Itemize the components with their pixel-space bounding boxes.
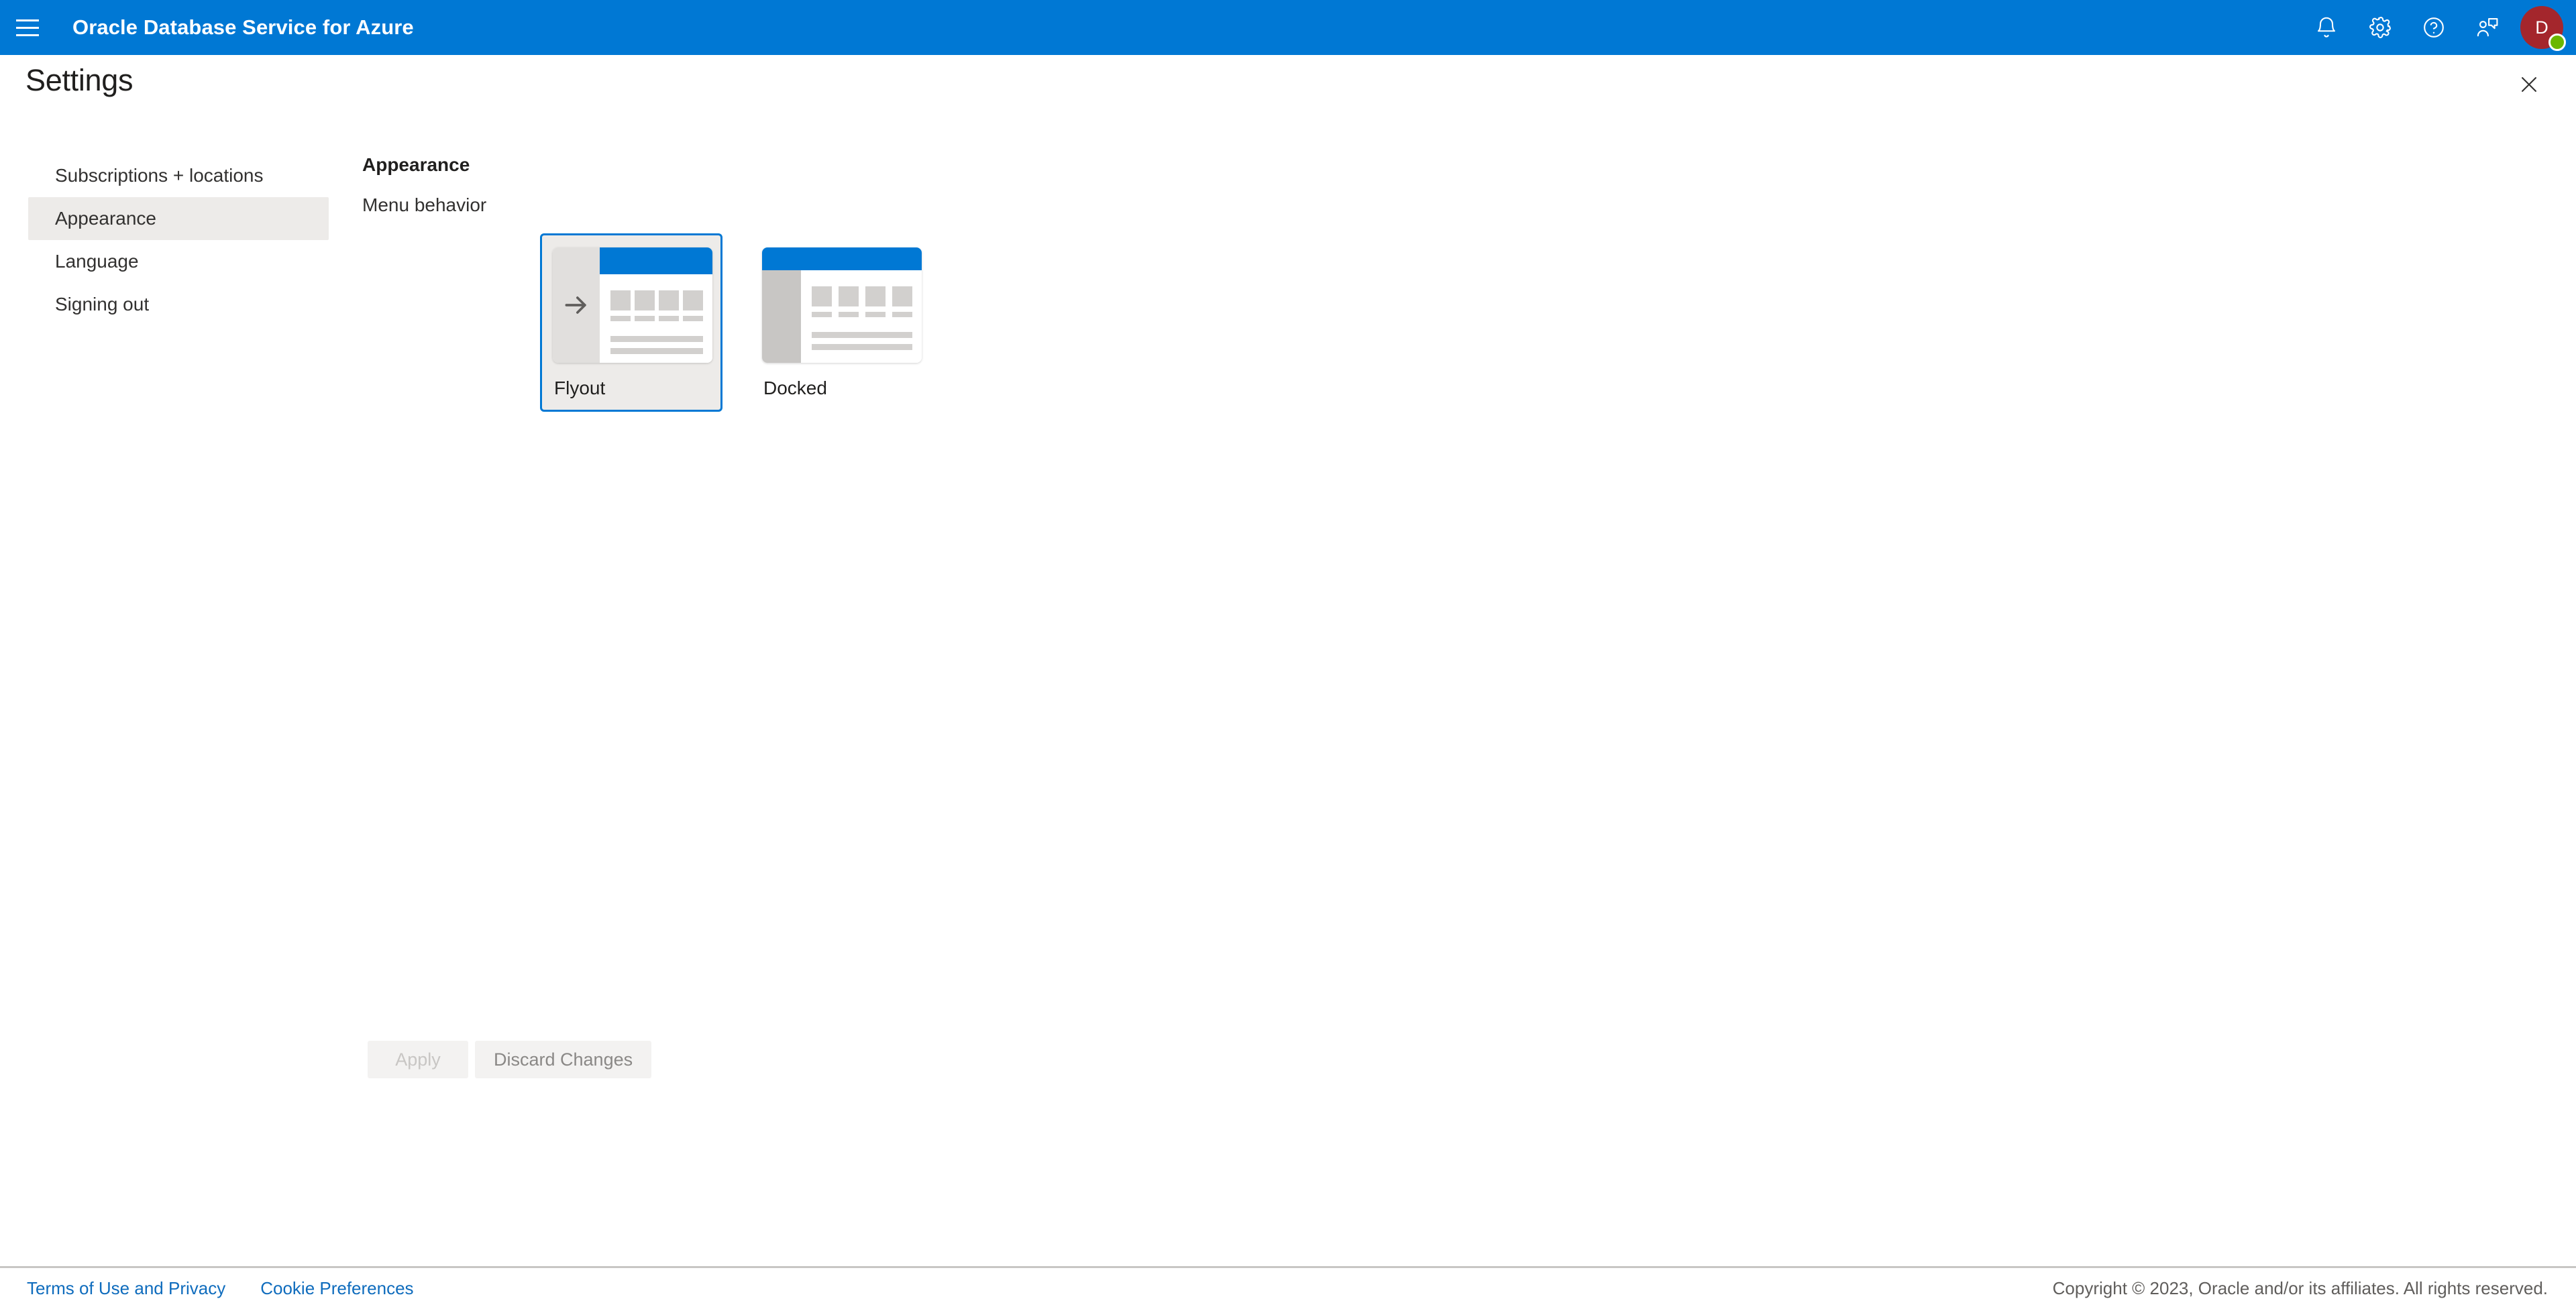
- hamburger-line: [16, 19, 39, 21]
- option-label-flyout: Flyout: [554, 378, 606, 398]
- preview-tile: [865, 286, 885, 317]
- cookie-preferences-link[interactable]: Cookie Preferences: [260, 1278, 413, 1299]
- docked-rail: [762, 270, 801, 363]
- copyright-text: Copyright © 2023, Oracle and/or its affi…: [2052, 1278, 2548, 1298]
- terms-of-use-link[interactable]: Terms of Use and Privacy: [27, 1278, 225, 1299]
- page-footer: Terms of Use and Privacy Cookie Preferen…: [0, 1266, 2576, 1309]
- sidebar-item-signing-out[interactable]: Signing out: [28, 283, 329, 326]
- settings-action-buttons: Apply Discard Changes: [368, 1041, 652, 1078]
- preview-tile: [839, 286, 859, 317]
- top-app-bar: Oracle Database Service for Azure D: [0, 0, 2576, 55]
- preview-tile: [659, 290, 679, 321]
- sidebar-item-label: Appearance: [55, 208, 157, 229]
- footer-links: Terms of Use and Privacy Cookie Preferen…: [27, 1278, 414, 1299]
- notifications-icon[interactable]: [2300, 0, 2353, 55]
- settings-page-header: Settings: [0, 55, 2576, 117]
- preview-header-bar: [600, 247, 712, 274]
- preview-text-lines: [610, 336, 703, 360]
- preview-tile: [683, 290, 703, 321]
- docked-preview-thumbnail: [762, 247, 922, 363]
- hamburger-line: [16, 34, 39, 36]
- preview-header-bar: [762, 247, 922, 270]
- close-icon[interactable]: [2505, 63, 2553, 106]
- preview-canvas: [600, 274, 712, 363]
- page-title: Settings: [25, 63, 133, 97]
- preview-tile: [610, 290, 631, 321]
- menu-behavior-label: Menu behavior: [362, 194, 487, 215]
- hamburger-line: [16, 26, 39, 29]
- sidebar-item-language[interactable]: Language: [28, 240, 329, 283]
- avatar[interactable]: D: [2514, 0, 2569, 55]
- arrow-right-icon: [565, 296, 586, 314]
- preview-tile: [812, 286, 832, 317]
- sidebar-item-label: Language: [55, 251, 139, 272]
- preview-tile: [892, 286, 912, 317]
- menu-behavior-option-flyout[interactable]: Flyout: [540, 233, 722, 412]
- preview-text-lines: [812, 332, 912, 356]
- discard-changes-button[interactable]: Discard Changes: [475, 1041, 652, 1078]
- hamburger-menu-icon[interactable]: [0, 0, 55, 55]
- settings-gear-icon[interactable]: [2353, 0, 2407, 55]
- section-heading: Appearance: [362, 154, 470, 175]
- flyout-preview-thumbnail: [553, 247, 712, 363]
- brand-title: Oracle Database Service for Azure: [72, 15, 414, 39]
- preview-tile: [635, 290, 655, 321]
- help-icon[interactable]: [2407, 0, 2461, 55]
- preview-tiles: [812, 286, 912, 317]
- topbar-actions: D: [2300, 0, 2576, 55]
- appearance-panel: Appearance Menu behavior Flyout Docked: [362, 154, 922, 412]
- sidebar-item-subscriptions-locations[interactable]: Subscriptions + locations: [28, 154, 329, 197]
- settings-nav: Subscriptions + locations Appearance Lan…: [28, 154, 329, 326]
- option-label-docked: Docked: [763, 378, 827, 398]
- feedback-icon[interactable]: [2461, 0, 2514, 55]
- presence-status-dot: [2548, 34, 2566, 51]
- menu-behavior-option-docked[interactable]: Docked: [749, 233, 932, 412]
- preview-canvas: [801, 270, 922, 363]
- preview-tiles: [610, 290, 703, 321]
- sidebar-item-appearance[interactable]: Appearance: [28, 197, 329, 240]
- sidebar-item-label: Subscriptions + locations: [55, 165, 264, 186]
- flyout-rail: [553, 247, 600, 363]
- sidebar-item-label: Signing out: [55, 294, 150, 315]
- menu-behavior-options: Flyout Docked: [540, 233, 932, 412]
- apply-button[interactable]: Apply: [368, 1041, 468, 1078]
